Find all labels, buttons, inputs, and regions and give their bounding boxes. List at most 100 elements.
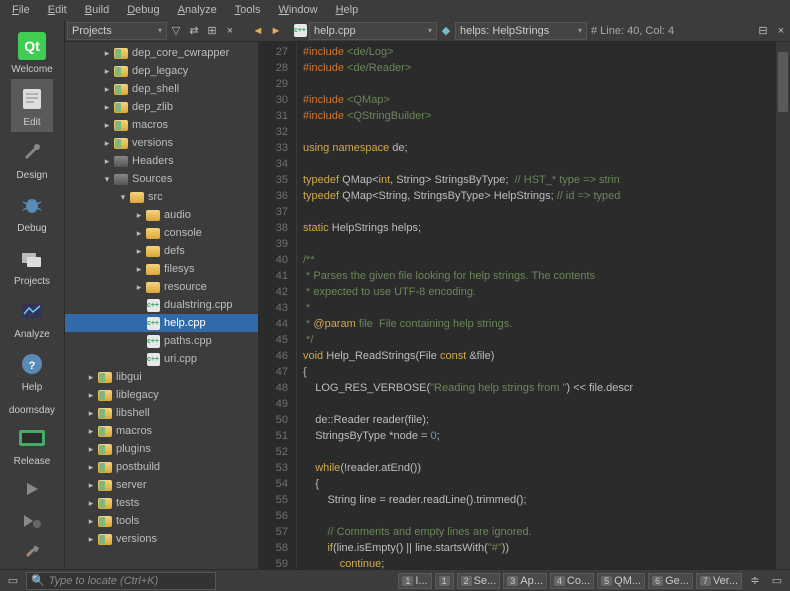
output-pane-button[interactable]: 3Ap... <box>503 573 547 589</box>
chevron-icon[interactable]: ▾ <box>117 192 129 203</box>
chevron-icon[interactable]: ▸ <box>101 102 113 113</box>
menu-analyze[interactable]: Analyze <box>170 2 225 18</box>
tree-item[interactable]: ▸audio <box>65 206 258 224</box>
tree-item[interactable]: ▸tests <box>65 494 258 512</box>
tree-item[interactable]: ▸dep_legacy <box>65 62 258 80</box>
output-chevron-icon[interactable]: ≑ <box>746 572 764 590</box>
code-area[interactable]: #include <de/Log>#include <de/Reader> #i… <box>297 42 790 569</box>
chevron-icon[interactable]: ▸ <box>133 228 145 239</box>
chevron-icon[interactable]: ▸ <box>101 48 113 59</box>
chevron-icon[interactable]: ▸ <box>133 246 145 257</box>
output-pane-button[interactable]: 7Ver... <box>696 573 742 589</box>
menu-edit[interactable]: Edit <box>40 2 75 18</box>
chevron-icon[interactable]: ▸ <box>133 264 145 275</box>
sync-icon[interactable]: ⇄ <box>185 22 203 40</box>
chevron-icon[interactable]: ▸ <box>101 156 113 167</box>
project-tree[interactable]: ▸dep_core_cwrapper▸dep_legacy▸dep_shell▸… <box>65 42 259 569</box>
chevron-icon[interactable]: ▸ <box>101 66 113 77</box>
chevron-icon[interactable]: ▸ <box>85 516 97 527</box>
mode-welcome[interactable]: QtWelcome <box>11 26 53 79</box>
scrollbar-thumb[interactable] <box>778 52 788 112</box>
mode-debug[interactable]: Debug <box>11 185 53 238</box>
tree-item[interactable]: ▸Headers <box>65 152 258 170</box>
close-icon[interactable]: × <box>221 22 239 40</box>
tree-item[interactable]: ▸dep_shell <box>65 80 258 98</box>
close-editor-icon[interactable]: × <box>772 22 790 40</box>
tree-item[interactable]: c++paths.cpp <box>65 332 258 350</box>
tree-item[interactable]: ▸plugins <box>65 440 258 458</box>
menu-tools[interactable]: Tools <box>227 2 269 18</box>
mode-analyze[interactable]: Analyze <box>11 291 53 344</box>
tree-item[interactable]: ▸liblegacy <box>65 386 258 404</box>
output-pane-button[interactable]: 1I... <box>398 573 431 589</box>
menu-debug[interactable]: Debug <box>119 2 167 18</box>
back-button[interactable]: ◄ <box>249 22 267 40</box>
chevron-icon[interactable]: ▸ <box>101 120 113 131</box>
projects-combo[interactable]: Projects ▾ <box>67 22 167 40</box>
split-icon[interactable]: ⊞ <box>203 22 221 40</box>
output-pane-button[interactable]: 4Co... <box>550 573 594 589</box>
menu-window[interactable]: Window <box>270 2 325 18</box>
tree-item[interactable]: ▸macros <box>65 422 258 440</box>
kit-icon[interactable] <box>16 422 48 454</box>
chevron-icon[interactable]: ▸ <box>85 426 97 437</box>
file-combo[interactable]: help.cpp ▾ <box>309 22 437 40</box>
chevron-icon[interactable]: ▸ <box>85 480 97 491</box>
tree-item[interactable]: ▸versions <box>65 134 258 152</box>
tree-item[interactable]: ▸tools <box>65 512 258 530</box>
tree-item[interactable]: ▸dep_zlib <box>65 98 258 116</box>
build-button[interactable] <box>17 539 47 567</box>
debug-run-button[interactable] <box>17 507 47 535</box>
tree-item[interactable]: ▸postbuild <box>65 458 258 476</box>
tree-item[interactable]: ▸libgui <box>65 368 258 386</box>
menu-build[interactable]: Build <box>77 2 117 18</box>
output-pane-button[interactable]: 2Se... <box>457 573 501 589</box>
tree-item[interactable]: ▸versions <box>65 530 258 548</box>
chevron-icon[interactable]: ▸ <box>85 534 97 545</box>
locator-input[interactable]: 🔍 Type to locate (Ctrl+K) <box>26 572 216 590</box>
tree-item[interactable]: ▾src <box>65 188 258 206</box>
chevron-icon[interactable]: ▸ <box>85 390 97 401</box>
chevron-icon[interactable]: ▸ <box>85 462 97 473</box>
tree-item[interactable]: c++uri.cpp <box>65 350 258 368</box>
tree-item[interactable]: ▾Sources <box>65 170 258 188</box>
chevron-icon[interactable]: ▸ <box>85 444 97 455</box>
sidebar-toggle-icon[interactable]: ▭ <box>4 572 22 590</box>
tree-item[interactable]: ▸filesys <box>65 260 258 278</box>
filter-icon[interactable]: ▽ <box>167 22 185 40</box>
tree-item[interactable]: ▸dep_core_cwrapper <box>65 44 258 62</box>
tree-item[interactable]: ▸libshell <box>65 404 258 422</box>
tree-item[interactable]: ▸macros <box>65 116 258 134</box>
chevron-icon[interactable]: ▸ <box>133 282 145 293</box>
menu-help[interactable]: Help <box>328 2 367 18</box>
menu-file[interactable]: File <box>4 2 38 18</box>
split-editor-icon[interactable]: ⊟ <box>754 22 772 40</box>
forward-button[interactable]: ► <box>267 22 285 40</box>
tree-item[interactable]: ▸console <box>65 224 258 242</box>
output-close-icon[interactable]: ▭ <box>768 572 786 590</box>
chevron-icon[interactable]: ▸ <box>85 498 97 509</box>
mode-projects[interactable]: Projects <box>11 238 53 291</box>
output-pane-button[interactable]: 5QM... <box>597 573 645 589</box>
chevron-icon[interactable]: ▸ <box>85 372 97 383</box>
chevron-icon[interactable]: ▸ <box>101 84 113 95</box>
output-pane-button[interactable]: 1 <box>435 573 454 589</box>
output-pane-button[interactable]: 6Ge... <box>648 573 693 589</box>
symbol-combo[interactable]: helps: HelpStrings ▾ <box>455 22 587 40</box>
chevron-icon[interactable]: ▸ <box>101 138 113 149</box>
tree-item[interactable]: ▸defs <box>65 242 258 260</box>
chevron-icon[interactable]: ▸ <box>85 408 97 419</box>
mode-help[interactable]: ?Help <box>11 344 53 397</box>
mode-design[interactable]: Design <box>11 132 53 185</box>
mode-edit[interactable]: Edit <box>11 79 53 132</box>
folder-icon <box>97 370 113 384</box>
tree-item[interactable]: c++help.cpp <box>65 314 258 332</box>
tree-item[interactable]: c++dualstring.cpp <box>65 296 258 314</box>
scrollbar[interactable] <box>776 42 790 569</box>
chevron-icon[interactable]: ▸ <box>133 210 145 221</box>
chevron-icon[interactable]: ▾ <box>101 174 113 185</box>
tree-item[interactable]: ▸resource <box>65 278 258 296</box>
run-button[interactable] <box>17 475 47 503</box>
tree-item[interactable]: ▸server <box>65 476 258 494</box>
code-editor[interactable]: 2728293031323334353637383940414243444546… <box>259 42 790 569</box>
